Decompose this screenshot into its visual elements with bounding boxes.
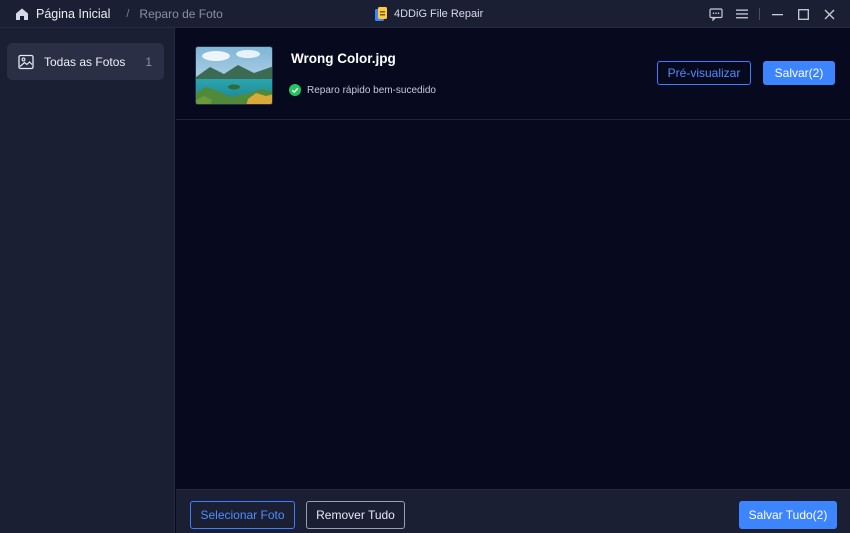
minimize-icon[interactable] bbox=[764, 0, 790, 28]
window-controls-divider bbox=[759, 8, 760, 20]
app-title-text: 4DDiG File Repair bbox=[394, 8, 484, 20]
breadcrumb-home[interactable]: Página Inicial bbox=[36, 7, 110, 21]
save-all-button[interactable]: Salvar Tudo(2) bbox=[739, 501, 837, 529]
remove-all-button[interactable]: Remover Tudo bbox=[306, 501, 405, 529]
photo-thumbnail bbox=[195, 46, 273, 105]
preview-button[interactable]: Pré-visualizar bbox=[657, 61, 751, 85]
success-check-icon bbox=[289, 84, 301, 96]
window-controls bbox=[703, 0, 842, 28]
sidebar-item-count: 1 bbox=[145, 55, 152, 69]
save-button[interactable]: Salvar(2) bbox=[763, 61, 835, 85]
repair-status: Reparo rápido bem-sucedido bbox=[289, 84, 436, 96]
file-row: Wrong Color.jpg Reparo rápido bem-sucedi… bbox=[176, 28, 850, 120]
breadcrumb: Página Inicial / Reparo de Foto bbox=[14, 0, 223, 28]
sidebar: Todas as Fotos 1 bbox=[0, 28, 175, 533]
select-photo-button[interactable]: Selecionar Foto bbox=[190, 501, 295, 529]
menu-icon[interactable] bbox=[729, 0, 755, 28]
close-icon[interactable] bbox=[816, 0, 842, 28]
footer-bar: Selecionar Foto Remover Tudo Salvar Tudo… bbox=[176, 489, 850, 533]
title-bar: Página Inicial / Reparo de Foto 4DDiG Fi… bbox=[0, 0, 850, 28]
repair-status-text: Reparo rápido bem-sucedido bbox=[307, 84, 436, 96]
breadcrumb-current: Reparo de Foto bbox=[139, 7, 223, 21]
sidebar-item-label: Todas as Fotos bbox=[44, 55, 126, 69]
home-icon[interactable] bbox=[14, 6, 30, 22]
app-logo-icon bbox=[374, 6, 388, 22]
landscape-thumbnail-image bbox=[196, 47, 272, 104]
app-title: 4DDiG File Repair bbox=[374, 0, 483, 28]
feedback-icon[interactable] bbox=[703, 0, 729, 28]
maximize-icon[interactable] bbox=[790, 0, 816, 28]
file-name: Wrong Color.jpg bbox=[291, 51, 396, 66]
main-content: Wrong Color.jpg Reparo rápido bem-sucedi… bbox=[176, 28, 850, 489]
sidebar-item-all-photos[interactable]: Todas as Fotos 1 bbox=[7, 43, 164, 80]
image-icon bbox=[18, 54, 34, 70]
breadcrumb-separator: / bbox=[126, 8, 130, 20]
